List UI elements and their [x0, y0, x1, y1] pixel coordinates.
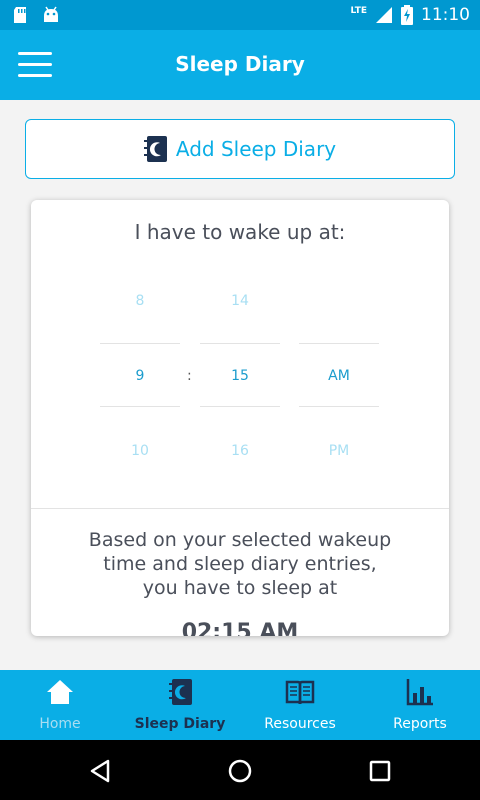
picker-divider [299, 343, 379, 344]
minute-selected[interactable]: 15 [200, 368, 280, 384]
time-separator: : [187, 368, 192, 384]
android-icon [44, 6, 58, 22]
hour-next[interactable]: 10 [100, 443, 180, 459]
bottom-navigation: Home Sleep Diary Resources Reports [0, 670, 480, 740]
minute-picker[interactable]: 14 15 16 [200, 200, 280, 500]
status-bar: LTE 11:10 [0, 0, 480, 30]
nav-label-resources: Resources [264, 716, 336, 732]
period-selected[interactable]: AM [299, 368, 379, 384]
picker-divider [100, 406, 180, 407]
home-circle-icon[interactable] [227, 758, 253, 784]
picker-divider [100, 343, 180, 344]
recommendation-line-3: you have to sleep at [142, 577, 338, 599]
nav-label-reports: Reports [393, 716, 447, 732]
bar-chart-icon [406, 679, 433, 706]
hour-picker[interactable]: 8 9 10 [100, 200, 180, 500]
picker-divider [299, 406, 379, 407]
nav-item-resources[interactable]: Resources [240, 670, 360, 740]
add-sleep-diary-label: Add Sleep Diary [175, 137, 337, 161]
recommendation-line-1: Based on your selected wakeup [88, 529, 392, 551]
nav-item-reports[interactable]: Reports [360, 670, 480, 740]
card-divider [31, 508, 449, 509]
hour-prev[interactable]: 8 [100, 293, 180, 309]
network-type: LTE [350, 6, 367, 16]
minute-prev[interactable]: 14 [200, 293, 280, 309]
clock: 11:10 [421, 5, 470, 25]
recommendation-line-2: time and sleep diary entries, [103, 553, 377, 575]
page-title: Sleep Diary [175, 52, 305, 76]
sleep-recommendation-text: Based on your selected wakeup time and s… [51, 528, 429, 600]
nav-label-sleep-diary: Sleep Diary [134, 716, 226, 732]
sleep-diary-icon [143, 136, 167, 162]
system-navigation-bar [0, 740, 480, 800]
back-icon[interactable] [88, 758, 114, 784]
hour-selected[interactable]: 9 [100, 368, 180, 384]
period-picker[interactable]: AM PM [299, 200, 379, 500]
recents-icon[interactable] [367, 758, 393, 784]
wakeup-card: I have to wake up at: 8 9 10 : 14 15 16 … [31, 200, 449, 636]
minute-next[interactable]: 16 [200, 443, 280, 459]
add-sleep-diary-button[interactable]: Add Sleep Diary [25, 119, 455, 179]
home-icon [47, 680, 73, 704]
nav-label-home: Home [39, 716, 81, 732]
battery-charging-icon [401, 5, 413, 25]
sd-card-icon [14, 7, 26, 23]
nav-item-home[interactable]: Home [0, 670, 120, 740]
period-next[interactable]: PM [299, 443, 379, 459]
book-icon [285, 680, 315, 705]
picker-divider [200, 343, 280, 344]
sleep-diary-icon [169, 679, 192, 705]
app-bar: Sleep Diary [0, 30, 480, 100]
nav-item-sleep-diary[interactable]: Sleep Diary [120, 670, 240, 740]
recommended-sleep-time: 02:15 AM [181, 620, 299, 636]
picker-divider [200, 406, 280, 407]
signal-icon [376, 7, 392, 23]
